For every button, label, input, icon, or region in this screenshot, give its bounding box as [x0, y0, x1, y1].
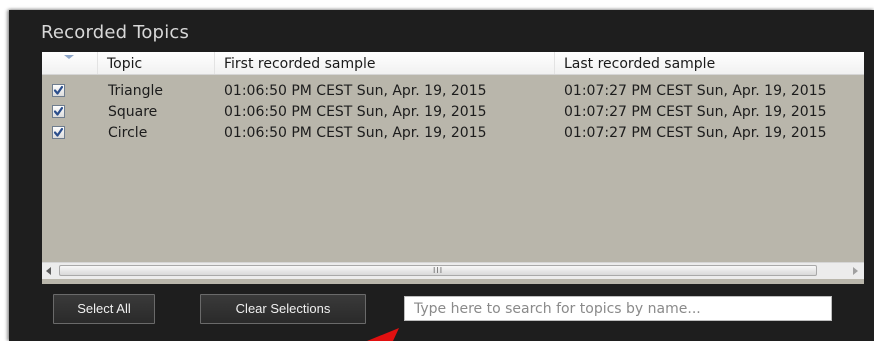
table-row[interactable]: Circle 01:06:50 PM CEST Sun, Apr. 19, 20…	[42, 123, 864, 144]
sort-indicator-icon	[64, 55, 74, 59]
topic-search-input[interactable]	[404, 296, 832, 321]
row-checkbox[interactable]	[52, 126, 65, 139]
horizontal-scrollbar[interactable]: III	[42, 262, 864, 279]
select-all-button[interactable]: Select All	[53, 294, 155, 324]
checkmark-icon	[53, 127, 64, 137]
panel-title: Recorded Topics	[41, 22, 190, 43]
first-recorded-sample: 01:06:50 PM CEST Sun, Apr. 19, 2015	[224, 104, 487, 120]
last-recorded-sample: 01:07:27 PM CEST Sun, Apr. 19, 2015	[564, 83, 827, 99]
red-arrow-pointer-icon	[367, 328, 399, 341]
topic-name: Square	[108, 104, 158, 120]
topic-name: Circle	[108, 125, 148, 141]
scroll-left-arrow-icon[interactable]	[46, 267, 51, 275]
checkmark-icon	[53, 85, 64, 95]
table-header: Topic First recorded sample Last recorde…	[42, 52, 864, 75]
scroll-right-arrow-icon[interactable]	[853, 267, 858, 275]
topics-table: Topic First recorded sample Last recorde…	[42, 52, 864, 284]
header-first-recorded-sample[interactable]: First recorded sample	[215, 52, 555, 74]
first-recorded-sample: 01:06:50 PM CEST Sun, Apr. 19, 2015	[224, 83, 487, 99]
topic-name: Triangle	[108, 83, 163, 99]
last-recorded-sample: 01:07:27 PM CEST Sun, Apr. 19, 2015	[564, 125, 827, 141]
scrollbar-thumb[interactable]: III	[59, 265, 817, 276]
last-recorded-sample: 01:07:27 PM CEST Sun, Apr. 19, 2015	[564, 104, 827, 120]
scrollbar-grip: III	[433, 266, 444, 275]
row-checkbox[interactable]	[52, 105, 65, 118]
table-row[interactable]: Square 01:06:50 PM CEST Sun, Apr. 19, 20…	[42, 102, 864, 123]
first-recorded-sample: 01:06:50 PM CEST Sun, Apr. 19, 2015	[224, 125, 487, 141]
checkmark-icon	[53, 106, 64, 116]
row-checkbox[interactable]	[52, 84, 65, 97]
header-select-column[interactable]	[42, 52, 98, 74]
header-last-recorded-sample[interactable]: Last recorded sample	[555, 52, 864, 74]
table-row[interactable]: Triangle 01:06:50 PM CEST Sun, Apr. 19, …	[42, 81, 864, 102]
clear-selections-button[interactable]: Clear Selections	[200, 294, 366, 324]
header-topic[interactable]: Topic	[98, 52, 215, 74]
